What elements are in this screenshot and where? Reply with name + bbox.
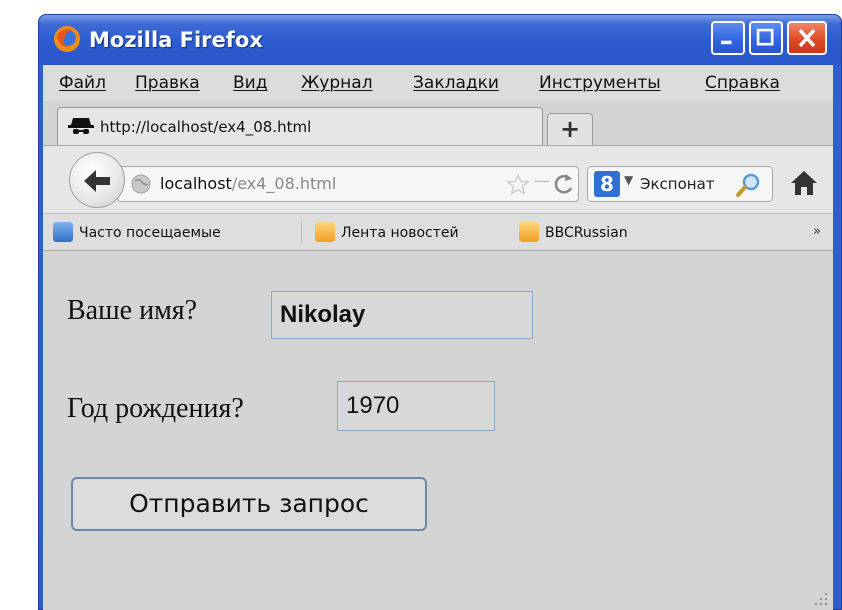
bookmark-news-feed[interactable]: Лента новостей xyxy=(315,222,459,242)
search-engine-icon[interactable]: 8 xyxy=(594,171,620,197)
menu-history[interactable]: Журнал xyxy=(301,73,373,93)
menu-view[interactable]: Вид xyxy=(233,73,267,93)
spy-icon xyxy=(68,118,94,134)
menu-bookmarks[interactable]: Закладки xyxy=(413,73,499,93)
search-input[interactable]: Экспонат xyxy=(640,175,732,193)
browser-window: Mozilla Firefox Файл Правка Вид Журнал З… xyxy=(38,14,842,610)
tab-title: http://localhost/ex4_08.html xyxy=(100,118,312,136)
bookmarks-separator xyxy=(301,222,302,244)
rss-icon xyxy=(315,222,335,242)
home-icon[interactable] xyxy=(789,168,819,198)
bookmark-most-visited[interactable]: Часто посещаемые xyxy=(53,222,221,242)
bookmark-bbcrussian[interactable]: BBCRussian xyxy=(519,222,628,242)
bookmark-label: BBCRussian xyxy=(545,225,628,241)
star-icon[interactable] xyxy=(506,173,530,195)
url-domain: localhost xyxy=(160,174,232,193)
bookmarks-toolbar: Часто посещаемые Лента новостей BBCRussi… xyxy=(43,213,833,251)
birth-year-label: Год рождения? xyxy=(67,393,244,424)
name-label: Ваше имя? xyxy=(67,295,198,326)
page-content: Ваше имя? Nikolay Год рождения? 1970 Отп… xyxy=(43,251,833,610)
name-input[interactable]: Nikolay xyxy=(271,291,533,339)
firefox-icon xyxy=(54,26,80,52)
url-path: /ex4_08.html xyxy=(231,174,337,193)
submit-button[interactable]: Отправить запрос xyxy=(71,477,427,531)
reload-icon[interactable] xyxy=(552,171,576,197)
most-visited-icon xyxy=(53,222,73,242)
bookmarks-overflow-button[interactable]: » xyxy=(813,224,821,239)
title-bar[interactable]: Mozilla Firefox xyxy=(39,15,841,65)
menu-tools[interactable]: Инструменты xyxy=(539,73,661,93)
url-text: localhost/ex4_08.html xyxy=(160,174,336,193)
search-box[interactable]: 8 ▼ Экспонат xyxy=(587,166,773,202)
close-button[interactable] xyxy=(787,21,827,55)
globe-icon xyxy=(131,174,151,194)
window-title: Mozilla Firefox xyxy=(89,28,263,52)
menu-bar: Файл Правка Вид Журнал Закладки Инструме… xyxy=(43,65,833,101)
client-area: Файл Правка Вид Журнал Закладки Инструме… xyxy=(43,65,833,610)
resize-grip-icon[interactable] xyxy=(811,589,829,607)
back-arrow-icon xyxy=(84,170,110,192)
birth-year-input[interactable]: 1970 xyxy=(337,381,495,431)
close-icon xyxy=(798,28,816,48)
search-engine-dropdown-icon[interactable]: ▼ xyxy=(624,173,633,187)
back-button[interactable] xyxy=(69,152,125,208)
bookmark-label: Часто посещаемые xyxy=(79,225,221,241)
maximize-button[interactable] xyxy=(749,21,783,55)
menu-help[interactable]: Справка xyxy=(705,73,780,93)
rss-icon xyxy=(519,222,539,242)
url-bar[interactable]: localhost/ex4_08.html — xyxy=(117,166,579,202)
magnifier-icon[interactable] xyxy=(734,171,762,199)
menu-edit[interactable]: Правка xyxy=(135,73,200,93)
menu-file[interactable]: Файл xyxy=(59,73,106,93)
url-dropdown-icon[interactable]: — xyxy=(534,171,550,190)
navigation-bar: localhost/ex4_08.html — 8 ▼ Экспонат xyxy=(43,145,833,213)
tab-active[interactable]: http://localhost/ex4_08.html xyxy=(57,107,543,147)
bookmark-label: Лента новостей xyxy=(341,225,459,241)
new-tab-button[interactable]: + xyxy=(547,113,593,145)
minimize-button[interactable] xyxy=(711,21,745,55)
tab-strip: http://localhost/ex4_08.html + xyxy=(43,101,833,147)
